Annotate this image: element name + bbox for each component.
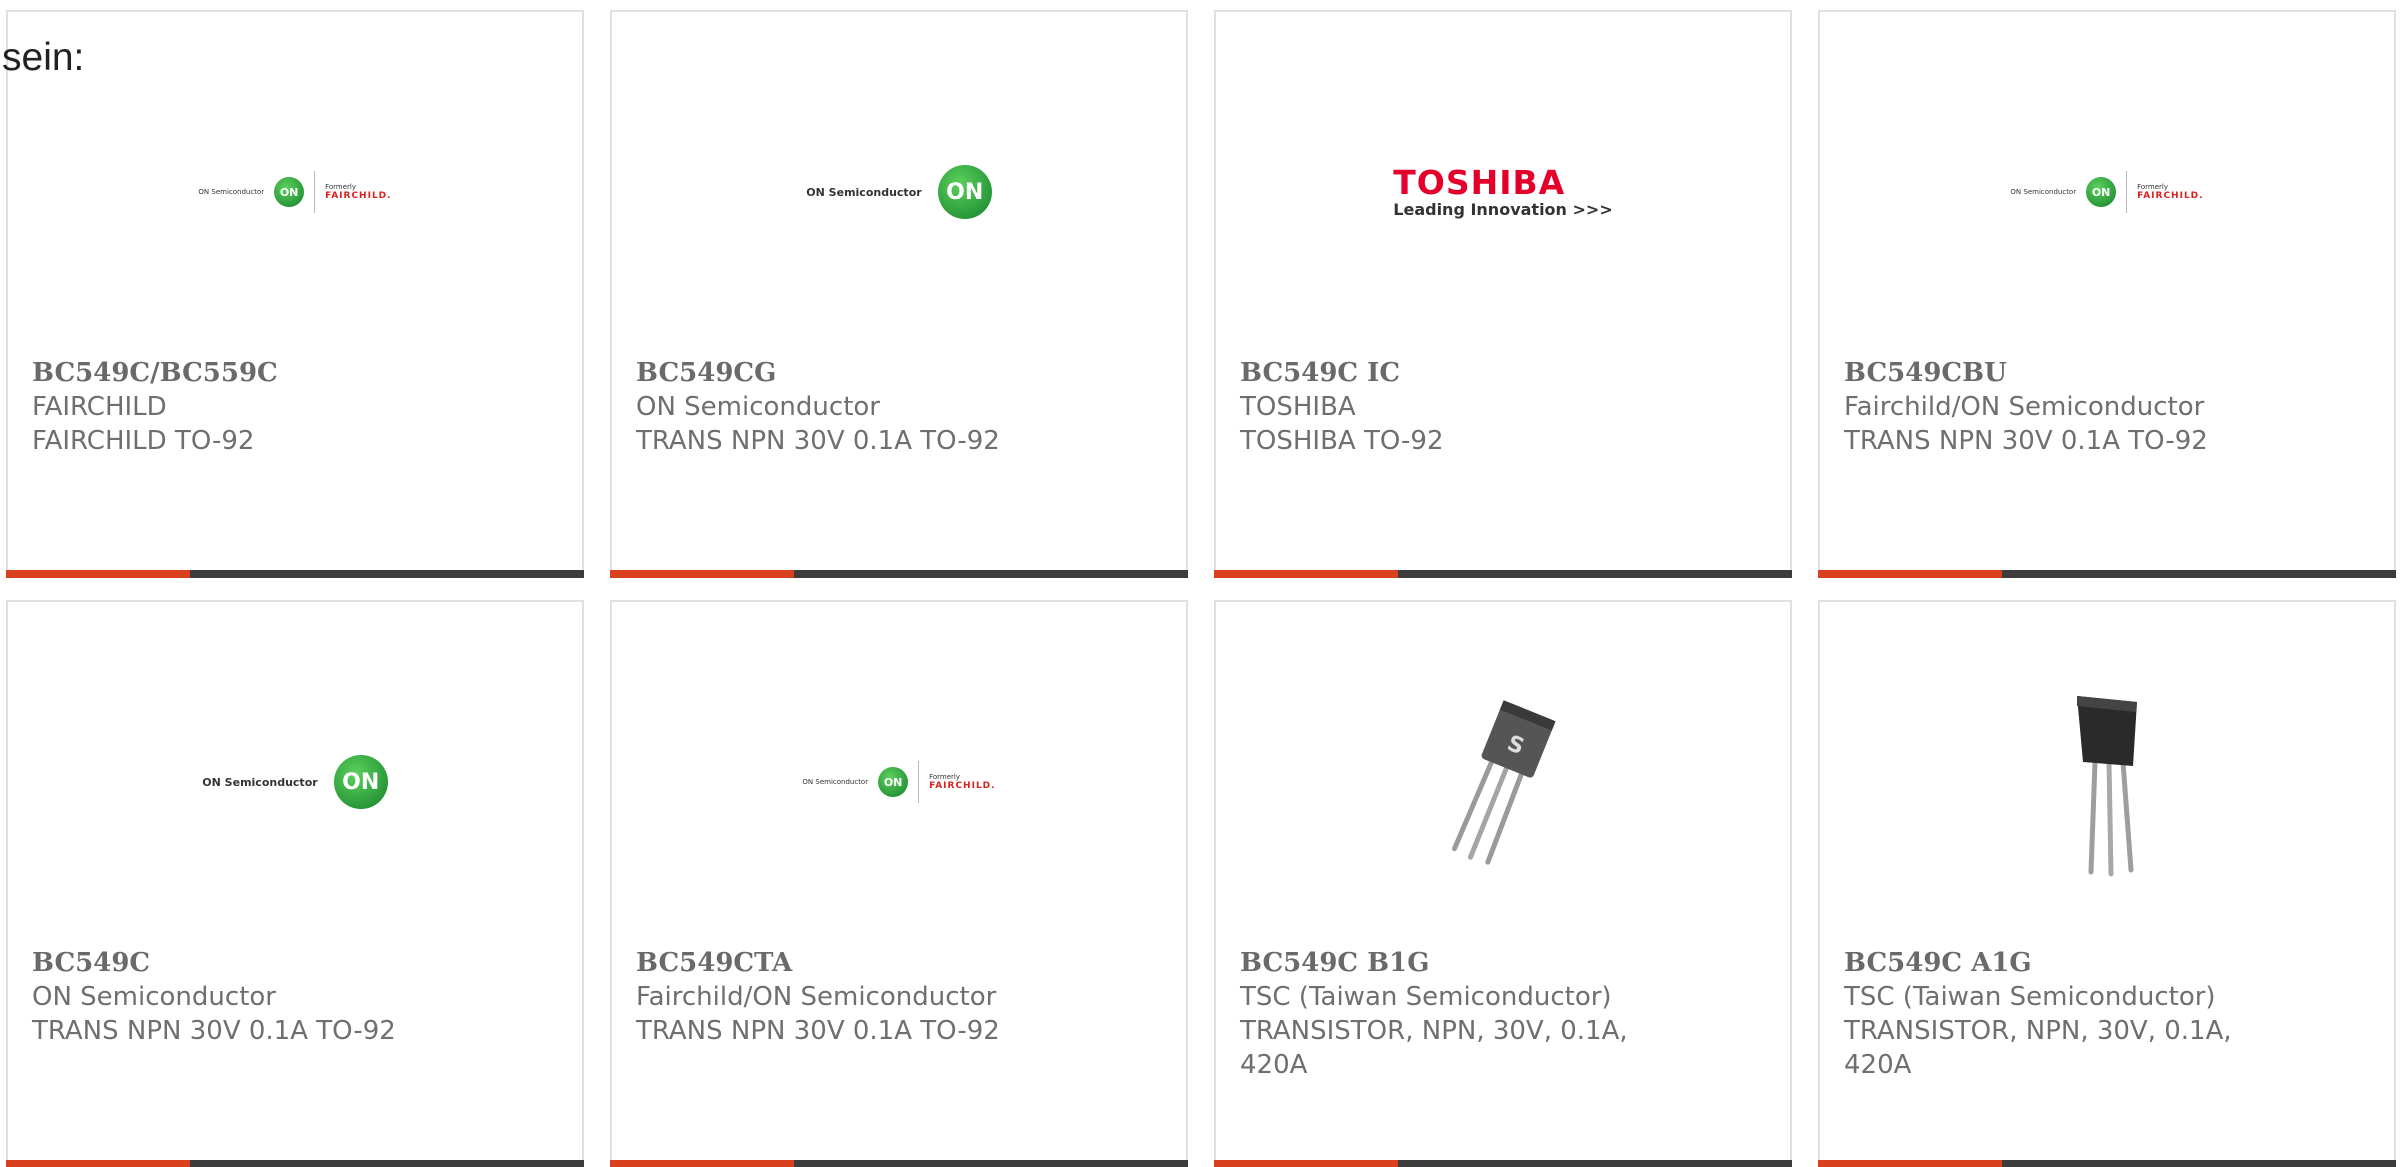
part-number: BC549C A1G (1844, 948, 2032, 978)
on-badge-icon: ON (878, 767, 909, 797)
formerly-text: Formerly (2137, 183, 2168, 191)
part-number: BC549CBU (1844, 358, 2007, 388)
card-bottom-bar (1214, 1160, 1792, 1167)
product-image: ON Semiconductor ON Formerly FAIRCHILD. (1820, 52, 2394, 332)
formerly-text: Formerly (929, 773, 960, 781)
on-semi-text: ON Semiconductor (202, 775, 318, 789)
description: TRANS NPN 30V 0.1A TO-92 (1844, 426, 2208, 456)
card-text: BC549C/BC559C FAIRCHILD FAIRCHILD TO-92 (32, 356, 558, 458)
logo-divider (314, 171, 316, 213)
page: sein: ON Semiconductor ON Formerly FAIRC… (0, 0, 2400, 1167)
bar-accent (1214, 570, 1398, 578)
card-text: BC549C ON Semiconductor TRANS NPN 30V 0.… (32, 946, 558, 1048)
bar-accent (6, 1160, 190, 1167)
card-text: BC549CTA Fairchild/ON Semiconductor TRAN… (636, 946, 1162, 1048)
fairchild-mark: Formerly FAIRCHILD. (2137, 183, 2203, 201)
card-bottom-bar (6, 1160, 584, 1167)
part-number: BC549C B1G (1240, 948, 1430, 978)
on-fairchild-logo: ON Semiconductor ON Formerly FAIRCHILD. (2010, 171, 2203, 213)
product-image: S (1216, 642, 1790, 922)
product-card-bc549c-b1g[interactable]: S BC549C B1G TSC (Taiwan Semiconductor) … (1214, 600, 1792, 1167)
on-semi-text: ON Semiconductor (198, 188, 265, 196)
on-fairchild-logo: ON Semiconductor ON Formerly FAIRCHILD. (198, 171, 391, 213)
bar-accent (1818, 570, 2002, 578)
card-text: BC549C IC TOSHIBA TOSHIBA TO-92 (1240, 356, 1766, 458)
fairchild-mark: Formerly FAIRCHILD. (325, 183, 391, 201)
product-image: ON Semiconductor ON Formerly FAIRCHILD. (612, 642, 1186, 922)
card-bottom-bar (6, 570, 584, 578)
toshiba-text: TOSHIBA (1393, 162, 1566, 202)
part-number: BC549C (32, 948, 151, 978)
product-image: TOSHIBA Leading Innovation >>> (1216, 52, 1790, 332)
toshiba-tagline: Leading Innovation >>> (1393, 199, 1613, 219)
on-badge-icon: ON (274, 177, 305, 207)
product-card-bc549c-a1g[interactable]: BC549C A1G TSC (Taiwan Semiconductor) TR… (1818, 600, 2396, 1167)
bar-accent (6, 570, 190, 578)
formerly-text: Formerly (325, 183, 356, 191)
toshiba-logo: TOSHIBA Leading Innovation >>> (1393, 162, 1613, 219)
fairchild-text: FAIRCHILD. (325, 191, 392, 201)
part-number: BC549C IC (1240, 358, 1401, 388)
part-number: BC549CTA (636, 948, 793, 978)
product-card-bc549cbu[interactable]: ON Semiconductor ON Formerly FAIRCHILD. … (1818, 10, 2396, 578)
on-semiconductor-logo: ON Semiconductor ON (806, 165, 992, 219)
card-bottom-bar (1214, 570, 1792, 578)
on-semi-text: ON Semiconductor (2010, 188, 2077, 196)
bar-accent (1818, 1160, 2002, 1167)
product-image: ON Semiconductor ON Formerly FAIRCHILD. (8, 52, 582, 332)
manufacturer: TSC (Taiwan Semiconductor) (1240, 982, 1612, 1012)
on-badge-icon: ON (333, 755, 388, 809)
manufacturer: Fairchild/ON Semiconductor (1844, 392, 2205, 422)
manufacturer: FAIRCHILD (32, 392, 167, 422)
to92-transistor-icon (2077, 696, 2137, 877)
description: TOSHIBA TO-92 (1240, 426, 1444, 456)
card-text: BC549C B1G TSC (Taiwan Semiconductor) TR… (1240, 946, 1766, 1082)
product-image: ON Semiconductor ON (612, 52, 1186, 332)
on-badge-icon: ON (937, 165, 992, 219)
intro-text: sein: (2, 36, 85, 79)
description: TRANS NPN 30V 0.1A TO-92 (636, 426, 1000, 456)
card-text: BC549C A1G TSC (Taiwan Semiconductor) TR… (1844, 946, 2370, 1082)
product-card-bc549cg[interactable]: ON Semiconductor ON BC549CG ON Semicondu… (610, 10, 1188, 578)
on-fairchild-logo: ON Semiconductor ON Formerly FAIRCHILD. (802, 761, 995, 803)
on-badge-icon: ON (2086, 177, 2117, 207)
card-text: BC549CBU Fairchild/ON Semiconductor TRAN… (1844, 356, 2370, 458)
manufacturer: ON Semiconductor (32, 982, 276, 1012)
to92-transistor-icon: S (1451, 700, 1556, 865)
manufacturer: Fairchild/ON Semiconductor (636, 982, 997, 1012)
product-image (1820, 642, 2394, 922)
bar-accent (610, 1160, 794, 1167)
fairchild-mark: Formerly FAIRCHILD. (929, 773, 995, 791)
manufacturer: TOSHIBA (1240, 392, 1356, 422)
product-card-bc549cta[interactable]: ON Semiconductor ON Formerly FAIRCHILD. … (610, 600, 1188, 1167)
part-number: BC549CG (636, 358, 777, 388)
description: TRANS NPN 30V 0.1A TO-92 (32, 1016, 396, 1046)
description: TRANSISTOR, NPN, 30V, 0.1A, 420A (1240, 1016, 1628, 1080)
product-image: ON Semiconductor ON (8, 642, 582, 922)
bar-accent (1214, 1160, 1398, 1167)
card-bottom-bar (610, 1160, 1188, 1167)
description: TRANS NPN 30V 0.1A TO-92 (636, 1016, 1000, 1046)
on-semi-text: ON Semiconductor (806, 185, 922, 199)
on-semiconductor-logo: ON Semiconductor ON (202, 755, 388, 809)
product-card-bc549c-ic[interactable]: TOSHIBA Leading Innovation >>> BC549C IC… (1214, 10, 1792, 578)
fairchild-text: FAIRCHILD. (2137, 191, 2204, 201)
description: FAIRCHILD TO-92 (32, 426, 255, 456)
card-bottom-bar (1818, 570, 2396, 578)
manufacturer: TSC (Taiwan Semiconductor) (1844, 982, 2216, 1012)
card-bottom-bar (1818, 1160, 2396, 1167)
bar-accent (610, 570, 794, 578)
logo-divider (2126, 171, 2128, 213)
card-bottom-bar (610, 570, 1188, 578)
description: TRANSISTOR, NPN, 30V, 0.1A, 420A (1844, 1016, 2232, 1080)
card-text: BC549CG ON Semiconductor TRANS NPN 30V 0… (636, 356, 1162, 458)
on-semi-text: ON Semiconductor (802, 778, 869, 786)
product-card-bc549c-bc559c[interactable]: ON Semiconductor ON Formerly FAIRCHILD. … (6, 10, 584, 578)
logo-divider (918, 761, 920, 803)
fairchild-text: FAIRCHILD. (929, 781, 996, 791)
manufacturer: ON Semiconductor (636, 392, 880, 422)
product-card-bc549c[interactable]: ON Semiconductor ON BC549C ON Semiconduc… (6, 600, 584, 1167)
part-number: BC549C/BC559C (32, 358, 278, 388)
